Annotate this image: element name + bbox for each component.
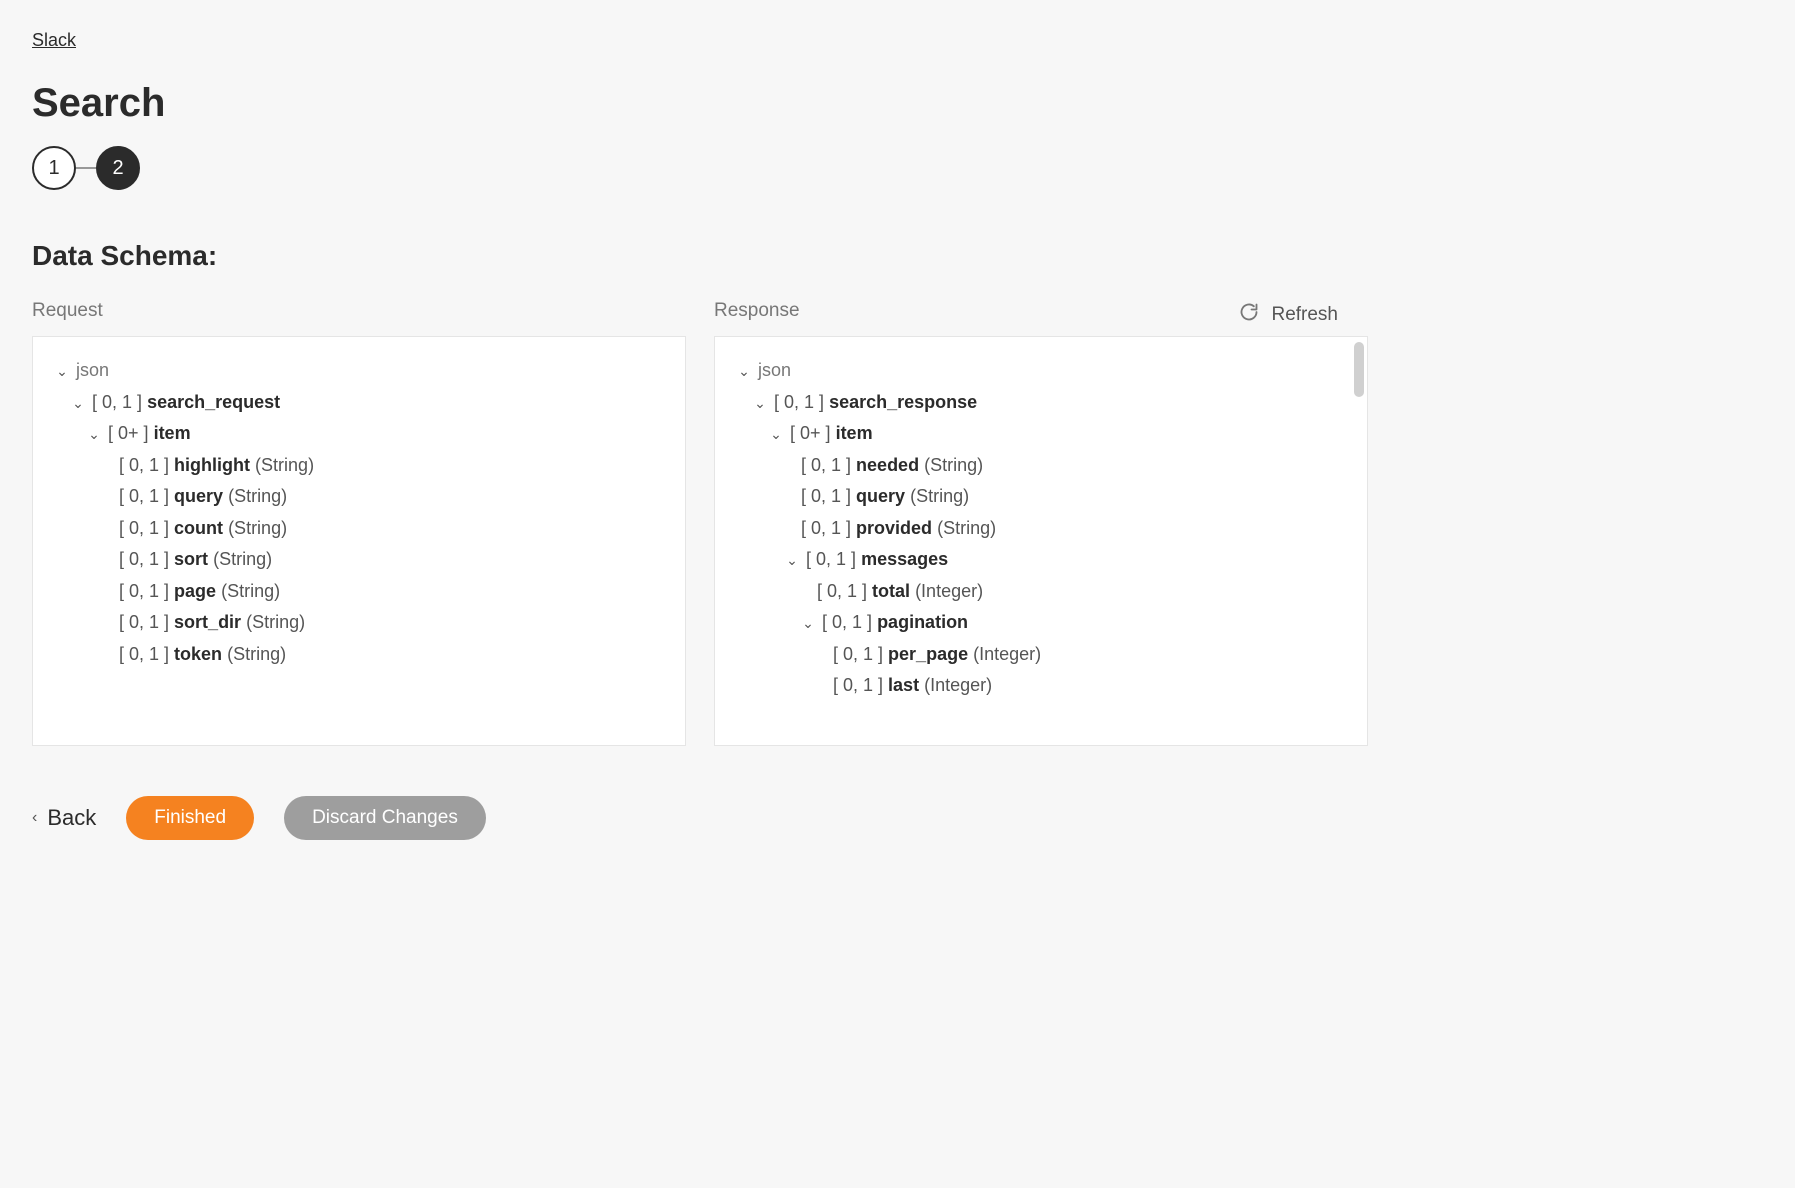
tree-node[interactable]: ⌄ [ 0, 1 ] pagination[ 0, 1 ] per_page (… — [799, 607, 1347, 702]
tree-node[interactable]: ⌄ [ 0+ ] item[ 0, 1 ] needed (String)[ 0… — [767, 418, 1347, 702]
discard-button[interactable]: Discard Changes — [284, 796, 486, 840]
back-label: Back — [47, 805, 96, 831]
chevron-down-icon[interactable]: ⌄ — [751, 391, 769, 416]
breadcrumb-slack[interactable]: Slack — [32, 30, 76, 51]
response-label: Response — [714, 300, 1368, 322]
tree-node[interactable]: ⌄ [ 0+ ] item[ 0, 1 ] highlight (String)… — [85, 418, 665, 670]
tree-leaf[interactable]: [ 0, 1 ] page (String) — [101, 576, 665, 608]
step-connector — [76, 167, 96, 169]
chevron-down-icon[interactable]: ⌄ — [767, 422, 785, 447]
stepper: 1 2 — [32, 146, 1368, 190]
chevron-left-icon: ‹ — [32, 809, 37, 827]
tree-leaf[interactable]: [ 0, 1 ] sort_dir (String) — [101, 607, 665, 639]
tree-leaf[interactable]: [ 0, 1 ] token (String) — [101, 639, 665, 671]
chevron-down-icon[interactable]: ⌄ — [735, 359, 753, 384]
chevron-down-icon[interactable]: ⌄ — [53, 359, 71, 384]
tree-leaf[interactable]: [ 0, 1 ] query (String) — [101, 481, 665, 513]
scrollbar[interactable] — [1354, 342, 1364, 397]
tree-root[interactable]: ⌄ json⌄ [ 0, 1 ] search_response⌄ [ 0+ ]… — [735, 355, 1347, 702]
chevron-down-icon[interactable]: ⌄ — [799, 611, 817, 636]
tree-node[interactable]: ⌄ [ 0, 1 ] search_response⌄ [ 0+ ] item[… — [751, 387, 1347, 702]
tree-node[interactable]: ⌄ [ 0, 1 ] search_request⌄ [ 0+ ] item[ … — [69, 387, 665, 671]
response-panel: ⌄ json⌄ [ 0, 1 ] search_response⌄ [ 0+ ]… — [714, 336, 1368, 746]
tree-root[interactable]: ⌄ json⌄ [ 0, 1 ] search_request⌄ [ 0+ ] … — [53, 355, 665, 670]
request-panel: ⌄ json⌄ [ 0, 1 ] search_request⌄ [ 0+ ] … — [32, 336, 686, 746]
section-title: Data Schema: — [32, 240, 1368, 272]
tree-leaf[interactable]: [ 0, 1 ] highlight (String) — [101, 450, 665, 482]
tree-leaf[interactable]: [ 0, 1 ] provided (String) — [783, 513, 1347, 545]
finished-button[interactable]: Finished — [126, 796, 254, 840]
step-2[interactable]: 2 — [96, 146, 140, 190]
tree-leaf[interactable]: [ 0, 1 ] count (String) — [101, 513, 665, 545]
tree-leaf[interactable]: [ 0, 1 ] last (Integer) — [815, 670, 1347, 702]
request-label: Request — [32, 300, 686, 322]
tree-node[interactable]: ⌄ [ 0, 1 ] messages[ 0, 1 ] total (Integ… — [783, 544, 1347, 702]
chevron-down-icon[interactable]: ⌄ — [783, 548, 801, 573]
tree-leaf[interactable]: [ 0, 1 ] per_page (Integer) — [815, 639, 1347, 671]
tree-leaf[interactable]: [ 0, 1 ] sort (String) — [101, 544, 665, 576]
back-button[interactable]: ‹ Back — [32, 805, 96, 831]
chevron-down-icon[interactable]: ⌄ — [85, 422, 103, 447]
tree-leaf[interactable]: [ 0, 1 ] query (String) — [783, 481, 1347, 513]
page-title: Search — [32, 81, 1368, 126]
step-1[interactable]: 1 — [32, 146, 76, 190]
tree-leaf[interactable]: [ 0, 1 ] needed (String) — [783, 450, 1347, 482]
tree-leaf[interactable]: [ 0, 1 ] total (Integer) — [799, 576, 1347, 608]
chevron-down-icon[interactable]: ⌄ — [69, 391, 87, 416]
